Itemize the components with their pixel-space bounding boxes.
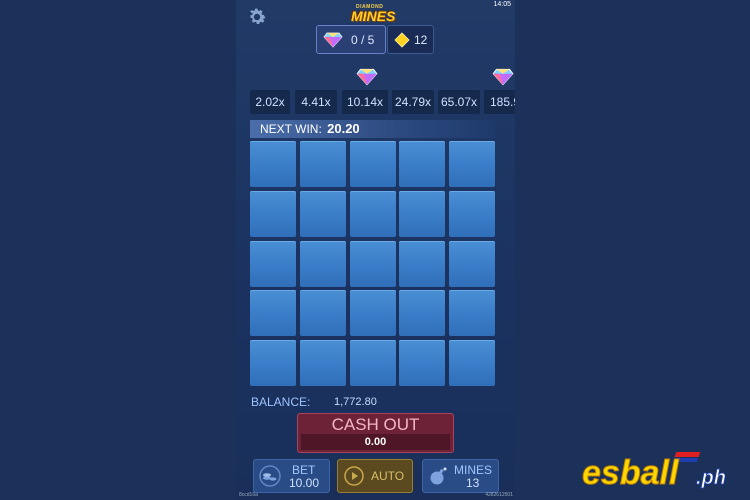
next-win-label: NEXT WIN:: [260, 122, 322, 136]
gold-gem-icon: [394, 31, 410, 48]
auto-button[interactable]: AUTO: [337, 459, 413, 493]
next-win-bar: NEXT WIN: 20.20: [250, 120, 495, 138]
grid-tile[interactable]: [449, 290, 495, 336]
brand-suffix: .ph: [696, 467, 726, 489]
grid-tile[interactable]: [250, 141, 296, 187]
grid-tile[interactable]: [399, 290, 445, 336]
gems-found-text: 0 / 5: [351, 32, 375, 47]
bet-value: 10.00: [289, 476, 320, 490]
play-icon: [344, 466, 364, 486]
bet-label: BET: [292, 463, 316, 477]
settings-gear-icon[interactable]: [246, 6, 268, 28]
balance-label: BALANCE:: [251, 395, 311, 409]
esball-watermark: esball .ph: [582, 452, 726, 492]
game-panel: DIAMOND MINES 14:05 0 / 5 12 2.02x 4.41x…: [236, 0, 515, 500]
grid-tile[interactable]: [399, 241, 445, 287]
multiplier-item: 2.02x: [250, 90, 290, 114]
grid-tile[interactable]: [449, 191, 495, 237]
auto-label: AUTO: [371, 469, 405, 483]
grid-tile[interactable]: [300, 191, 346, 237]
multiplier-item: 4.41x: [295, 90, 337, 114]
diamond-icon: [356, 68, 378, 86]
multiplier-strip: 2.02x 4.41x 10.14x 24.79x 65.07x 185.9: [250, 90, 515, 114]
grid-tile[interactable]: [449, 340, 495, 386]
grid-tile[interactable]: [399, 141, 445, 187]
multiplier-item: 65.07x: [438, 90, 480, 114]
grid-tile[interactable]: [399, 340, 445, 386]
mines-counter: 12: [387, 25, 434, 54]
mines-label: MINES: [454, 463, 493, 477]
grid-tile[interactable]: [300, 340, 346, 386]
game-logo: MINES: [351, 8, 396, 24]
mine-grid: [250, 141, 500, 387]
grid-tile[interactable]: [350, 241, 396, 287]
cash-out-value: 0.00: [301, 434, 450, 450]
mines-left-text: 12: [414, 32, 428, 47]
grid-tile[interactable]: [250, 191, 296, 237]
round-id: 4282612501: [485, 492, 513, 498]
grid-tile[interactable]: [350, 141, 396, 187]
grid-tile[interactable]: [250, 340, 296, 386]
coins-icon: [259, 465, 281, 487]
grid-tile[interactable]: [449, 141, 495, 187]
cash-out-label: CASH OUT: [331, 415, 420, 434]
build-id: 8ccd16a: [239, 492, 258, 498]
mines-value: 13: [466, 476, 480, 490]
grid-tile[interactable]: [300, 241, 346, 287]
cash-out-button[interactable]: CASH OUT 0.00: [297, 413, 454, 453]
grid-tile[interactable]: [300, 290, 346, 336]
bomb-icon: [430, 467, 447, 485]
grid-tile[interactable]: [250, 290, 296, 336]
grid-tile[interactable]: [350, 191, 396, 237]
grid-tile[interactable]: [350, 340, 396, 386]
grid-tile[interactable]: [350, 290, 396, 336]
grid-tile[interactable]: [300, 141, 346, 187]
mines-button[interactable]: MINES 13: [422, 459, 499, 493]
multiplier-item: 10.14x: [342, 90, 388, 114]
bet-button[interactable]: BET 10.00: [253, 459, 330, 493]
diamond-icon: [492, 68, 514, 86]
multiplier-item: 185.9: [484, 90, 515, 114]
gems-counter: 0 / 5: [316, 25, 386, 54]
brand-text: esball: [582, 454, 680, 492]
balance-value: 1,772.80: [334, 396, 377, 408]
grid-tile[interactable]: [250, 241, 296, 287]
clock: 14:05: [493, 1, 511, 8]
grid-tile[interactable]: [399, 191, 445, 237]
next-win-value: 20.20: [327, 121, 360, 136]
diamond-icon: [323, 32, 343, 48]
multiplier-item: 24.79x: [392, 90, 434, 114]
grid-tile[interactable]: [449, 241, 495, 287]
